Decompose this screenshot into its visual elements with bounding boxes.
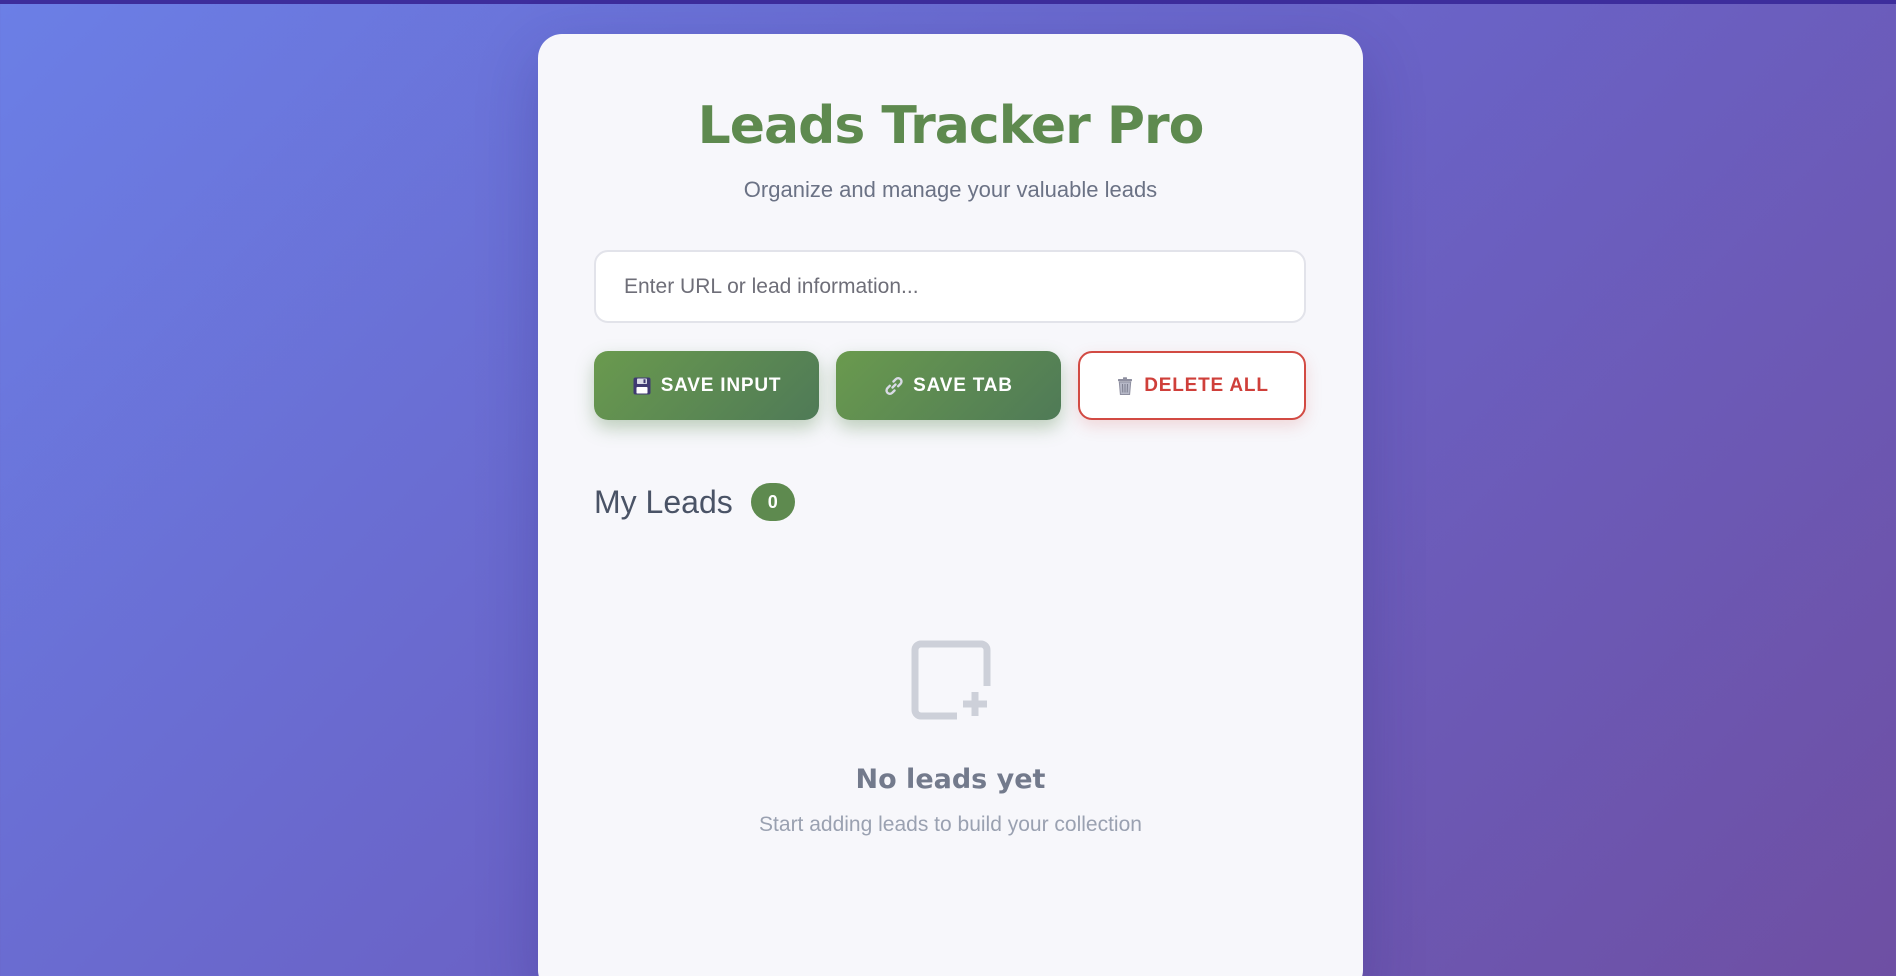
trash-icon (1118, 376, 1133, 395)
delete-all-button[interactable]: DELETE ALL (1078, 351, 1306, 420)
top-accent-bar (0, 0, 1896, 4)
add-note-icon (911, 640, 990, 720)
app-subtitle: Organize and manage your valuable leads (743, 177, 1158, 202)
link-icon (885, 376, 903, 395)
empty-state-subtitle: Start adding leads to build your collect… (759, 813, 1142, 836)
leads-count-badge: 0 (750, 483, 795, 521)
leads-header: My Leads 0 (594, 474, 795, 530)
lead-input-container (594, 250, 1306, 323)
leads-heading: My Leads (594, 483, 733, 520)
main-card: Leads Tracker Pro Organize and manage yo… (538, 34, 1363, 976)
save-input-button[interactable]: SAVE INPUT (594, 351, 819, 420)
save-tab-label: SAVE TAB (913, 374, 1013, 396)
lead-input[interactable] (594, 250, 1306, 323)
save-input-label: SAVE INPUT (660, 374, 782, 396)
floppy-disk-icon (633, 377, 651, 394)
empty-state-title: No leads yet (855, 764, 1046, 795)
empty-state: No leads yet Start adding leads to build… (538, 638, 1363, 837)
app-title: Leads Tracker Pro (697, 96, 1205, 156)
delete-all-label: DELETE ALL (1144, 374, 1269, 396)
save-tab-button[interactable]: SAVE TAB (836, 351, 1061, 420)
